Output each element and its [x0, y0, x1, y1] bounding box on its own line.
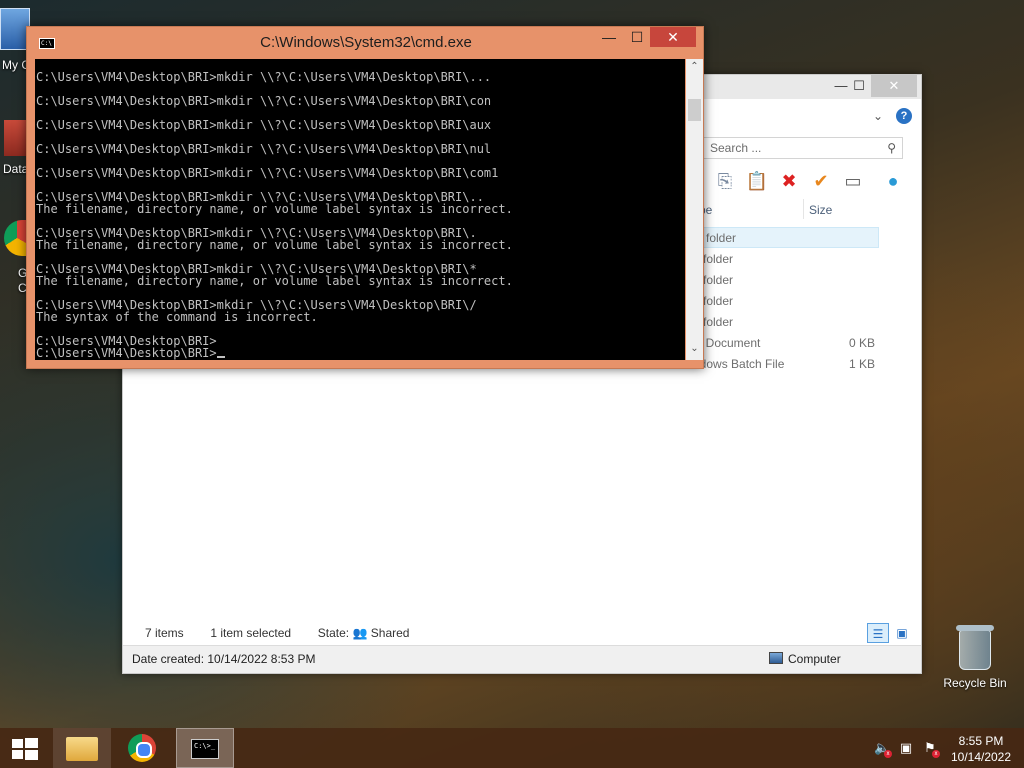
console-line: The filename, directory name, or volume …	[36, 202, 513, 216]
recycle-bin-icon	[956, 625, 994, 670]
console-line: C:\Users\VM4\Desktop\BRI>mkdir \\?\C:\Us…	[36, 166, 499, 180]
globe-icon[interactable]: ●	[881, 169, 905, 193]
file-row[interactable]: e folder	[693, 291, 879, 312]
console-output[interactable]: C:\Users\VM4\Desktop\BRI>mkdir \\?\C:\Us…	[35, 59, 685, 360]
status-item-count: 7 items	[145, 626, 184, 640]
file-row[interactable]: e folder	[695, 227, 879, 248]
cmd-close-button[interactable]: ✕	[650, 27, 696, 47]
status-bar: 7 items 1 item selected State: 👥 Shared	[145, 626, 409, 640]
scroll-down-icon[interactable]: ⌄	[686, 343, 703, 354]
file-type: ndows Batch File	[693, 357, 785, 371]
desktop-icon-recycle-bin[interactable]: Recycle Bin	[940, 625, 1010, 690]
column-separator[interactable]	[803, 199, 804, 219]
clock[interactable]: 8:55 PM 10/14/2022	[944, 733, 1018, 765]
console-line: C:\Users\VM4\Desktop\BRI>mkdir \\?\C:\Us…	[36, 70, 492, 84]
cmd-minimize-button[interactable]: —	[597, 27, 621, 47]
recycle-bin-label: Recycle Bin	[943, 676, 1007, 690]
computer-label: Computer	[788, 652, 841, 666]
details-bar: Date created: 10/14/2022 8:53 PM Compute…	[123, 645, 921, 673]
file-row[interactable]: ndows Batch File 1 KB	[693, 354, 879, 375]
column-header-size[interactable]: Size	[809, 203, 832, 217]
taskbar-cmd[interactable]: C:\>_	[176, 728, 234, 768]
file-row[interactable]: e folder	[693, 249, 879, 270]
help-icon[interactable]: ?	[896, 108, 912, 124]
status-state-label: State:	[317, 626, 350, 640]
console-line: The filename, directory name, or volume …	[36, 274, 513, 288]
console-line: The filename, directory name, or volume …	[36, 238, 513, 252]
console-line: C:\Users\VM4\Desktop\BRI>mkdir \\?\C:\Us…	[36, 94, 492, 108]
console-prompt-line: C:\Users\VM4\Desktop\BRI>	[36, 347, 685, 359]
action-center-icon[interactable]: ⚑ x	[922, 740, 940, 758]
scrollbar-thumb[interactable]	[688, 99, 701, 121]
taskbar-file-explorer[interactable]	[53, 728, 111, 768]
search-input[interactable]: Search ... ⚲	[703, 137, 903, 159]
taskbar-chrome[interactable]	[114, 728, 172, 768]
console-line: The syntax of the command is incorrect.	[36, 310, 318, 324]
details-view-button[interactable]: ☰	[867, 623, 889, 643]
status-selection: 1 item selected	[210, 626, 292, 640]
cmd-icon: C:\>_	[191, 739, 219, 759]
folder-icon	[66, 737, 98, 761]
file-size: 1 KB	[848, 357, 875, 371]
clock-time: 8:55 PM	[958, 734, 1004, 748]
file-row[interactable]: e folder	[693, 270, 879, 291]
file-size: 0 KB	[848, 336, 875, 350]
volume-muted-icon[interactable]: 🔈 x	[874, 740, 892, 758]
checkmark-icon[interactable]: ✔	[809, 169, 833, 193]
cmd-maximize-button[interactable]: ☐	[625, 27, 649, 47]
windows-logo-icon	[12, 738, 38, 760]
chevron-down-icon[interactable]: ⌄	[873, 109, 883, 123]
large-icons-view-button[interactable]: ▣	[891, 623, 913, 643]
search-placeholder: Search ...	[710, 141, 762, 155]
cmd-scrollbar[interactable]: ⌃ ⌄	[686, 59, 703, 360]
console-line: C:\Users\VM4\Desktop\BRI>mkdir \\?\C:\Us…	[36, 118, 492, 132]
file-row[interactable]: e folder	[693, 312, 879, 333]
paste-icon[interactable]: 📋	[745, 169, 769, 193]
date-created: Date created: 10/14/2022 8:53 PM	[132, 652, 316, 666]
scroll-up-icon[interactable]: ⌃	[686, 61, 703, 72]
rename-icon[interactable]: ▭	[841, 169, 865, 193]
copy-icon[interactable]: ⎘	[713, 169, 737, 193]
start-button[interactable]	[0, 728, 48, 768]
desktop-icon-label: Data	[3, 162, 29, 176]
search-icon: ⚲	[887, 141, 896, 155]
explorer-close-button[interactable]: ✕	[871, 75, 917, 97]
status-state-value: Shared	[370, 626, 410, 640]
clock-date: 10/14/2022	[950, 750, 1012, 764]
console-prompt: C:\Users\VM4\Desktop\BRI>	[36, 346, 217, 360]
text-cursor	[216, 356, 225, 358]
computer-icon	[769, 652, 783, 664]
network-icon[interactable]: ▣	[898, 740, 914, 756]
file-row[interactable]: xt Document 0 KB	[693, 333, 879, 354]
shared-users-icon: 👥	[352, 626, 368, 640]
cmd-window: C:\ C:\Windows\System32\cmd.exe — ☐ ✕ C:…	[26, 26, 704, 369]
delete-icon[interactable]: ✖	[777, 169, 801, 193]
console-line: C:\Users\VM4\Desktop\BRI>mkdir \\?\C:\Us…	[36, 142, 492, 156]
chrome-icon	[128, 734, 156, 762]
taskbar: C:\>_ 🔈 x ▣ ⚑ x 8:55 PM 10/14/2022	[0, 728, 1024, 768]
